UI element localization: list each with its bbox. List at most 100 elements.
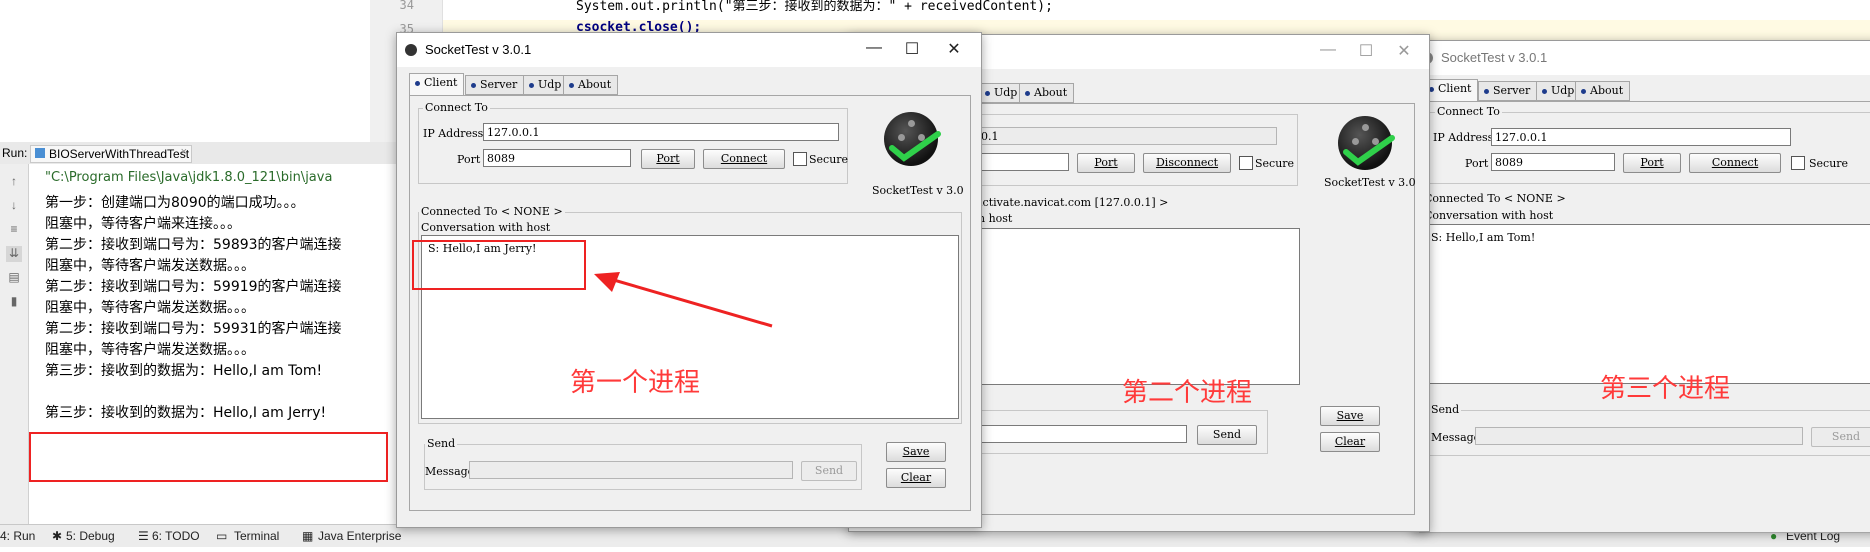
secure-checkbox[interactable] [1239,156,1253,170]
window-title: SocketTest v 3.0.1 [1441,50,1548,65]
disconnect-button[interactable]: Disconnect [1143,153,1231,173]
java-enterprise-tool-button[interactable]: Java Enterprise [318,529,401,543]
conversation-group: Connected To < NONE > Conversation with … [1424,192,1870,392]
tab-udp[interactable]: Udp [979,83,1025,103]
run-label: Run: [2,146,28,160]
send-legend: Send [1429,403,1462,416]
close-icon[interactable]: ✕ [1393,41,1415,61]
tab-server[interactable]: Server [465,75,525,95]
port-button[interactable]: Port [1623,153,1681,173]
window-titlebar[interactable]: SocketTest v 3.0.1 [1413,41,1870,75]
ip-address-label: IP Address [1433,131,1494,144]
console-line: 第二步：接收到端口号为：59893的客户端连接 [45,237,342,253]
conversation-label: Conversation with host [1424,209,1554,222]
secure-checkbox[interactable] [793,152,807,166]
annotation-process-2: 第二个进程 [1122,378,1253,408]
tab-client[interactable]: Client [1423,79,1479,102]
connect-button[interactable]: Connect [1689,153,1781,173]
close-icon[interactable]: ✕ [943,39,965,59]
highlight-box [29,432,388,482]
console-line: 第一步：创建端口为8090的端口成功。。。 [45,195,305,211]
run-config-icon [35,148,45,158]
console-line: 第二步：接收到端口号为：59931的客户端连接 [45,321,342,337]
save-button[interactable]: Save [1320,406,1380,426]
todo-icon: ☰ [138,529,149,543]
console-line: 阻塞中，等待客户端发送数据。。。 [45,258,255,274]
scroll-to-end-icon[interactable]: ⇊ [6,246,22,262]
connected-to-label: activate.navicat.com [127.0.0.1] > [976,196,1169,209]
window-titlebar[interactable]: SocketTest v 3.0.1 — ☐ ✕ [397,33,981,67]
secure-label: Secure [1255,157,1295,170]
send-group: Send Message Send [1428,403,1870,456]
ip-address-input[interactable]: 127.0.0.1 [483,123,839,141]
secure-checkbox[interactable] [1791,156,1805,170]
minimize-icon[interactable]: — [863,39,885,59]
arrow-icon [594,272,773,328]
clear-button[interactable]: Clear [886,468,946,488]
console-line: 第三步：接收到的数据为：Hello,I am Tom! [45,363,323,379]
port-button[interactable]: Port [641,149,695,169]
connect-button[interactable]: Connect [703,149,785,169]
conversation-label: Conversation with host [421,221,551,234]
message-input[interactable] [469,461,793,479]
port-button[interactable]: Port [1077,153,1135,173]
sockettest-window-3: SocketTest v 3.0.1 Client Server Udp Abo… [1412,40,1870,533]
port-input[interactable] [977,153,1069,171]
soft-wrap-icon[interactable]: ≡ [6,222,22,238]
tab-about[interactable]: About [1575,81,1631,101]
send-group: Send Message Send [424,437,862,490]
message-label: Message [425,465,475,478]
annotation-process-1: 第一个进程 [570,368,701,398]
logo-caption: SocketTest v 3.0 [872,184,964,197]
maximize-icon[interactable]: ☐ [1355,41,1377,61]
ip-address-input[interactable]: 0.1 [977,127,1277,145]
line-number: 34 [399,0,414,12]
run-tab-title: BIOServerWithThreadTest [49,147,190,161]
conversation-label: h host [978,212,1013,225]
annotation-process-3: 第三个进程 [1600,374,1731,404]
conversation-textarea[interactable] [946,228,1300,385]
clear-button[interactable]: Clear [1320,432,1380,452]
send-button[interactable]: Send [1197,425,1257,445]
client-panel: Connect To IP Address 127.0.0.1 Port 808… [1419,101,1870,533]
connect-to-group: Connect To IP Address 127.0.0.1 Port 808… [1428,105,1870,184]
close-icon[interactable]: × [181,146,187,158]
send-legend: Send [425,437,458,450]
tab-server[interactable]: Server [1478,81,1538,101]
conversation-textarea[interactable]: S: Hello,I am Tom! [1424,224,1870,384]
send-button[interactable]: Send [801,461,857,481]
minimize-icon[interactable]: — [1317,41,1339,61]
arrow-down-icon[interactable]: ↓ [6,198,22,214]
tab-about[interactable]: About [563,75,619,95]
message-input[interactable] [947,425,1187,443]
port-input[interactable]: 8089 [1491,153,1615,171]
send-button[interactable]: Send [1811,427,1870,447]
debug-tool-button[interactable]: 5: Debug [66,529,115,543]
print-icon[interactable]: ▤ [6,270,22,286]
port-input[interactable]: 8089 [483,149,631,167]
maximize-icon[interactable]: ☐ [901,39,923,59]
message-input[interactable] [1475,427,1803,445]
tab-about[interactable]: About [1019,83,1075,103]
tab-udp[interactable]: Udp [523,75,569,95]
java-enterprise-icon: ▦ [302,529,314,543]
message-label: Message [1431,431,1481,444]
window-title: SocketTest v 3.0.1 [425,42,532,57]
save-button[interactable]: Save [886,442,946,462]
logo-caption: SocketTest v 3.0 [1324,176,1416,189]
tab-client[interactable]: Client [409,73,465,96]
ip-address-label: IP Address [423,127,484,140]
secure-label: Secure [809,153,849,166]
todo-tool-button[interactable]: 6: TODO [152,529,200,543]
run-tab-bioserver[interactable]: BIOServerWithThreadTest × [30,145,192,163]
terminal-tool-button[interactable]: Terminal [234,529,279,543]
console-line: "C:\Program Files\Java\jdk1.8.0_121\bin\… [45,170,333,185]
console-line: 阻塞中，等待客户端发送数据。。。 [45,300,255,316]
app-icon [405,44,417,56]
arrow-up-icon[interactable]: ↑ [6,174,22,190]
run-tool-button[interactable]: 4: Run [0,529,35,543]
ip-address-input[interactable]: 127.0.0.1 [1491,128,1791,146]
trash-icon[interactable]: ▮ [6,294,22,310]
port-label: Port [1465,157,1489,170]
console-line: 阻塞中，等待客户端来连接。。。 [45,216,241,232]
